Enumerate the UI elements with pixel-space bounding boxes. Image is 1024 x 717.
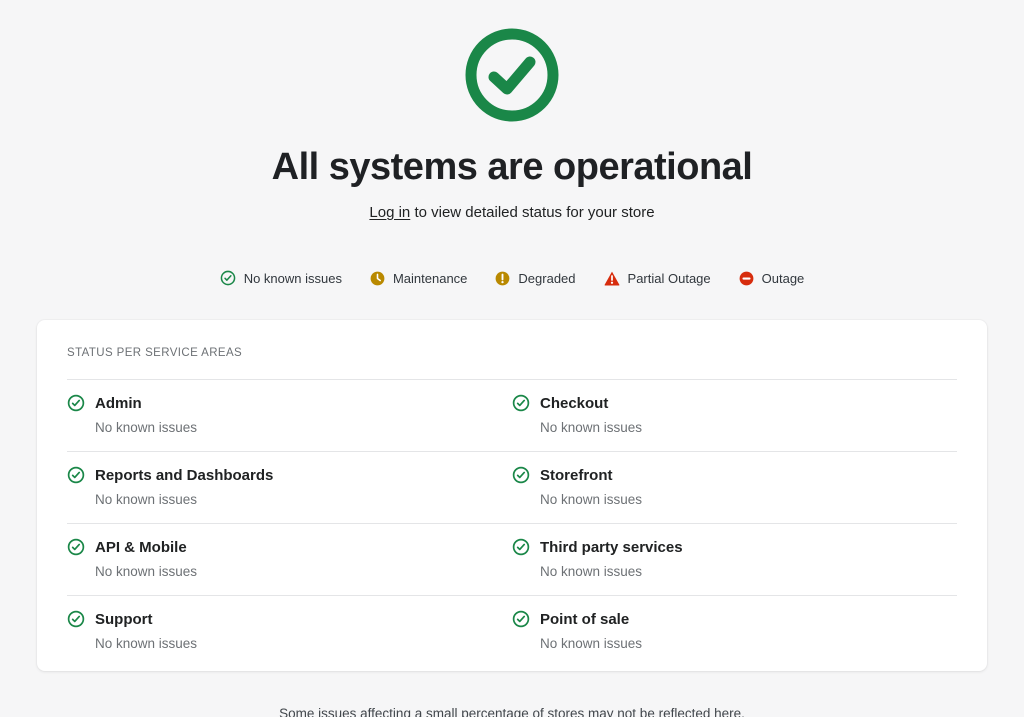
legend-item-partial-outage: Partial Outage: [604, 271, 711, 286]
service-status: No known issues: [540, 420, 957, 435]
service-name: Third party services: [540, 539, 683, 556]
status-legend: No known issues Maintenance Degraded Par…: [0, 270, 1024, 286]
degraded-icon: [495, 271, 510, 286]
card-header: STATUS PER SERVICE AREAS: [67, 320, 957, 380]
service-status: No known issues: [540, 492, 957, 507]
outage-icon: [739, 271, 754, 286]
partial-outage-icon: [604, 271, 620, 286]
service-admin: Admin No known issues: [67, 394, 512, 435]
status-card: STATUS PER SERVICE AREAS Admin No known …: [37, 320, 987, 671]
service-ok-icon: [512, 610, 530, 628]
service-status: No known issues: [540, 636, 957, 651]
service-row: Support No known issues Point of sale No…: [67, 596, 957, 671]
service-row: Admin No known issues Checkout No known …: [67, 380, 957, 452]
service-ok-icon: [512, 394, 530, 412]
service-checkout: Checkout No known issues: [512, 394, 957, 435]
service-name: Reports and Dashboards: [95, 467, 273, 484]
service-ok-icon: [512, 538, 530, 556]
service-point-of-sale: Point of sale No known issues: [512, 610, 957, 651]
login-subtitle: Log in to view detailed status for your …: [0, 204, 1024, 221]
legend-label: Degraded: [518, 271, 575, 286]
maintenance-icon: [370, 271, 385, 286]
service-status: No known issues: [95, 636, 512, 651]
service-status: No known issues: [95, 492, 512, 507]
service-support: Support No known issues: [67, 610, 512, 651]
service-name: Checkout: [540, 395, 608, 412]
service-api-mobile: API & Mobile No known issues: [67, 538, 512, 579]
hero-section: All systems are operational Log in to vi…: [0, 0, 1024, 221]
service-name: Admin: [95, 395, 142, 412]
legend-label: Partial Outage: [628, 271, 711, 286]
service-name: Support: [95, 611, 153, 628]
service-reports-and-dashboards: Reports and Dashboards No known issues: [67, 466, 512, 507]
legend-item-no-known-issues: No known issues: [220, 270, 342, 286]
footer-disclaimer: Some issues affecting a small percentage…: [0, 706, 1024, 717]
legend-item-maintenance: Maintenance: [370, 271, 467, 286]
legend-item-outage: Outage: [739, 271, 805, 286]
service-status: No known issues: [540, 564, 957, 579]
legend-item-degraded: Degraded: [495, 271, 575, 286]
service-third-party-services: Third party services No known issues: [512, 538, 957, 579]
service-status: No known issues: [95, 564, 512, 579]
service-name: Storefront: [540, 467, 613, 484]
service-name: Point of sale: [540, 611, 629, 628]
service-storefront: Storefront No known issues: [512, 466, 957, 507]
service-ok-icon: [67, 538, 85, 556]
service-ok-icon: [67, 394, 85, 412]
service-ok-icon: [67, 466, 85, 484]
service-row: API & Mobile No known issues Third party…: [67, 524, 957, 596]
service-name: API & Mobile: [95, 539, 187, 556]
service-status: No known issues: [95, 420, 512, 435]
legend-label: No known issues: [244, 271, 342, 286]
legend-label: Outage: [762, 271, 805, 286]
service-row: Reports and Dashboards No known issues S…: [67, 452, 957, 524]
login-subtitle-text: to view detailed status for your store: [410, 204, 654, 221]
log-in-link[interactable]: Log in: [369, 204, 410, 221]
service-ok-icon: [512, 466, 530, 484]
legend-label: Maintenance: [393, 271, 467, 286]
no-known-issues-icon: [220, 270, 236, 286]
service-ok-icon: [67, 610, 85, 628]
page-title: All systems are operational: [0, 146, 1024, 189]
all-operational-check-icon: [465, 28, 559, 122]
